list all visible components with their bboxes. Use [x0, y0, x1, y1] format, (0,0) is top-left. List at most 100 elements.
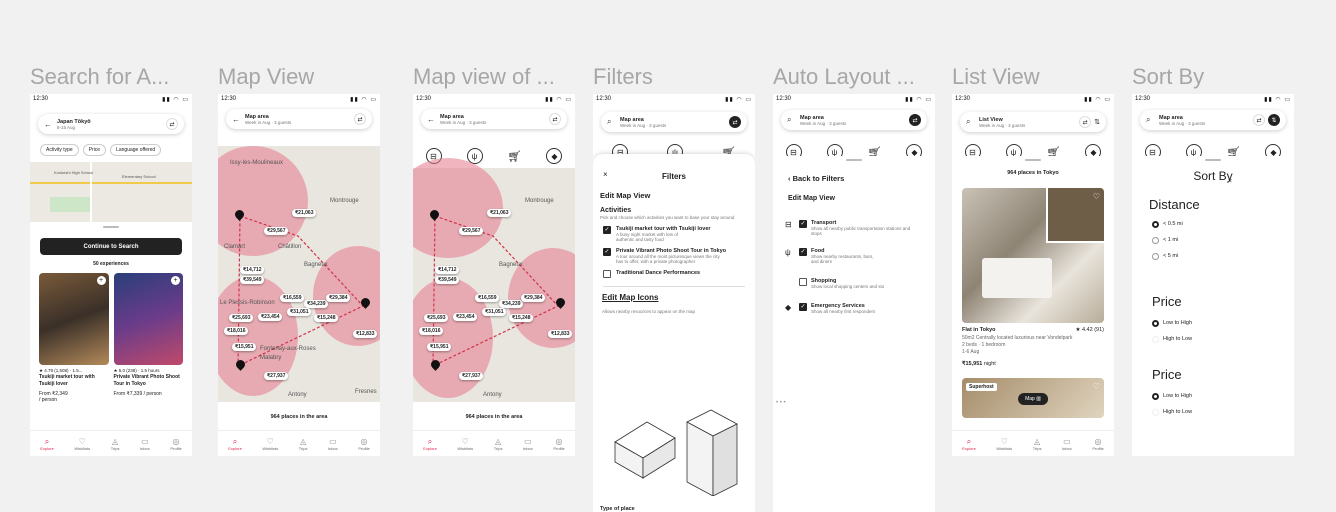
continue-button[interactable]: Continue to Search — [40, 238, 182, 255]
price-tag[interactable]: ₹15,248 — [509, 314, 534, 322]
heart-icon[interactable]: ♡ — [1093, 382, 1100, 391]
checkbox[interactable] — [603, 269, 611, 278]
tab-trips[interactable]: ◬ Trips — [494, 437, 503, 451]
listing-image[interactable]: Superhost ♡ Map ▥ — [962, 378, 1104, 418]
back-arrow-icon[interactable]: ← — [44, 120, 54, 129]
price-tag[interactable]: ₹31,051 — [287, 308, 312, 316]
search-pill[interactable]: ← Map area Week in Aug · 3 guests ⇄ — [226, 109, 372, 129]
map-icon-option[interactable]: ψ ✓ Food Show nearby restaurants, bars, an… — [785, 248, 935, 264]
back-to-filters[interactable]: ‹ Back to Filters — [788, 174, 935, 183]
tab-explore[interactable]: ⌕ Explore — [423, 437, 437, 451]
distance-option[interactable]: < 5 mi — [1152, 248, 1294, 264]
sheet-handle[interactable] — [1025, 159, 1041, 161]
price-tag[interactable]: ₹27,937 — [459, 372, 484, 380]
shield-icon[interactable]: ◆ — [546, 148, 563, 164]
tab-inbox[interactable]: ▭ Inbox — [1062, 437, 1072, 451]
tab-profile[interactable]: ◎ Profile — [170, 437, 181, 451]
tab-profile[interactable]: ◎ Profile — [358, 437, 369, 451]
back-arrow-icon[interactable]: ← — [232, 115, 242, 124]
filter-icon[interactable]: ⇄ — [549, 113, 561, 125]
price-option[interactable]: Low to High — [1152, 315, 1294, 331]
search-pill[interactable]: ⌕ List View Week in Aug · 3 guests ⇄ ⇅ — [960, 112, 1106, 132]
tab-wishlists[interactable]: ♡ Wishlists — [74, 437, 90, 451]
distance-option[interactable]: < 1 mi — [1152, 232, 1294, 248]
price-tag[interactable]: ₹29,567 — [264, 227, 289, 235]
experience-card[interactable]: + ★ 4.79 (1,508) · 1.5... Tsukiji market… — [39, 273, 109, 403]
tab-trips[interactable]: ◬ Trips — [111, 437, 120, 451]
price-tag[interactable]: ₹34,239 — [304, 300, 329, 308]
price-tag[interactable]: ₹31,051 — [482, 308, 507, 316]
map[interactable]: Montrouge Bagneux Antony ₹21,063 ₹29,567… — [413, 158, 575, 402]
chip-activity-type[interactable]: Activity type — [40, 144, 79, 156]
tab-wishlists[interactable]: ♡ Wishlists — [457, 437, 473, 451]
radio[interactable] — [1152, 220, 1159, 228]
price-tag[interactable]: ₹23,454 — [258, 313, 283, 321]
map[interactable]: Issy-les-Moulineaux Montrouge Clamart Ch… — [218, 146, 380, 402]
back-arrow-icon[interactable]: ← — [427, 115, 437, 124]
cart-icon[interactable]: 🛒︎ — [508, 150, 522, 163]
price-tag[interactable]: ₹21,063 — [292, 209, 317, 217]
map-icon-option[interactable]: ⊟ ✓ Transport Show all nearby public trans… — [785, 220, 935, 236]
price-tag[interactable]: ₹25,693 — [229, 314, 254, 322]
activity-option[interactable]: ✓ Private Vibrant Photo Shoot Tour in To… — [603, 247, 745, 264]
filter-icon[interactable]: ⇄ — [166, 118, 178, 130]
price-tag[interactable]: ₹29,384 — [326, 294, 351, 302]
price-tag[interactable]: ₹15,248 — [314, 314, 339, 322]
radio[interactable] — [1152, 392, 1159, 400]
filter-icon[interactable]: ⇄ — [909, 114, 921, 126]
search-pill[interactable]: ← Japan Tōkyō 8-15 Aug ⇄ — [38, 114, 184, 134]
price-tag[interactable]: ₹39,549 — [435, 276, 460, 284]
radio[interactable] — [1152, 319, 1159, 327]
price-tag[interactable]: ₹18,016 — [224, 327, 249, 335]
checkbox[interactable]: ✓ — [799, 248, 807, 256]
close-icon[interactable]: × — [603, 170, 608, 179]
activity-option[interactable]: ✓ Tsukiji market tour with Tsukiji lover… — [603, 225, 745, 242]
listing-image[interactable]: ♡ — [962, 188, 1104, 323]
price-tag[interactable]: ₹12,833 — [353, 330, 378, 338]
price-tag[interactable]: ₹21,063 — [487, 209, 512, 217]
sheet-handle[interactable] — [103, 226, 119, 228]
price-option[interactable]: High to Low — [1152, 404, 1294, 420]
results-sheet[interactable]: 964 places in the area — [218, 402, 380, 430]
tab-explore[interactable]: ⌕ Explore — [962, 437, 976, 451]
add-icon[interactable]: + — [96, 276, 106, 285]
radio[interactable] — [1152, 408, 1159, 416]
sort-icon[interactable]: ⇅ — [1268, 114, 1280, 126]
distance-option[interactable]: < 0.5 mi — [1152, 216, 1294, 232]
chip-language[interactable]: Language offered — [110, 144, 162, 156]
map-icon-option[interactable]: Shopping Show local shopping centers and … — [785, 278, 935, 289]
price-tag[interactable]: ₹15,951 — [427, 343, 452, 351]
price-tag[interactable]: ₹27,937 — [264, 372, 289, 380]
price-tag[interactable]: ₹18,016 — [419, 327, 444, 335]
filter-icon[interactable]: ⇄ — [1079, 116, 1092, 128]
experience-card[interactable]: + ★ 5.0 (238) · 1.5 hours Private Vibran… — [113, 273, 183, 403]
price-tag[interactable]: ₹23,454 — [453, 313, 478, 321]
tab-explore[interactable]: ⌕ Explore — [40, 437, 54, 451]
map-toggle-button[interactable]: Map ▥ — [1018, 393, 1048, 405]
sheet-handle[interactable] — [1205, 159, 1221, 161]
price-option[interactable]: Low to High — [1152, 388, 1294, 404]
checkbox[interactable]: ✓ — [799, 303, 807, 311]
price-tag[interactable]: ₹39,549 — [240, 276, 265, 284]
filter-icon[interactable]: ⇄ — [729, 116, 741, 128]
filter-icon[interactable]: ⇄ — [354, 113, 366, 125]
price-tag[interactable]: ₹16,559 — [280, 294, 305, 302]
price-tag[interactable]: ₹14,712 — [435, 266, 460, 274]
radio[interactable] — [1152, 335, 1159, 343]
price-tag[interactable]: ₹16,559 — [475, 294, 500, 302]
price-tag[interactable]: ₹14,712 — [240, 266, 265, 274]
heart-icon[interactable]: ♡ — [1093, 192, 1100, 201]
search-pill[interactable]: ⌕ Map area Week in Aug · 3 guests ⇄ — [601, 112, 747, 132]
tab-explore[interactable]: ⌕ Explore — [228, 437, 242, 451]
tab-inbox[interactable]: ▭ Inbox — [523, 437, 533, 451]
checkbox[interactable]: ✓ — [799, 220, 807, 228]
tab-trips[interactable]: ◬ Trips — [299, 437, 308, 451]
tab-profile[interactable]: ◎ Profile — [1092, 437, 1103, 451]
radio[interactable] — [1152, 252, 1159, 260]
add-icon[interactable]: + — [171, 276, 180, 285]
radio[interactable] — [1152, 236, 1159, 244]
filter-icon[interactable]: ⇄ — [1253, 114, 1265, 126]
price-tag[interactable]: ₹12,833 — [548, 330, 573, 338]
tab-inbox[interactable]: ▭ Inbox — [328, 437, 338, 451]
activity-option[interactable]: Traditional Dance Performances — [603, 269, 745, 278]
